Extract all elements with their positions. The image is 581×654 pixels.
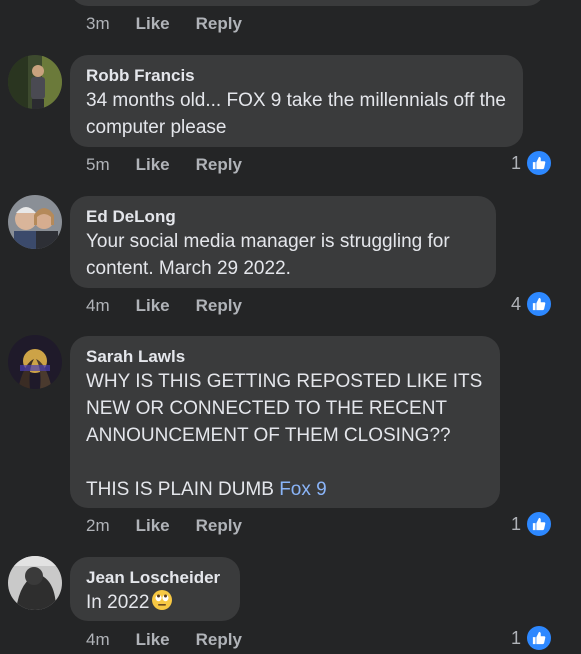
- reaction-number: 1: [510, 513, 521, 534]
- reaction-number: 1: [510, 152, 521, 173]
- like-button[interactable]: Like: [136, 630, 170, 650]
- reaction-count[interactable]: 4: [510, 290, 553, 318]
- avatar[interactable]: [8, 556, 62, 610]
- comment-text: 34 months old... FOX 9 take the millenni…: [86, 90, 512, 138]
- reply-button[interactable]: Reply: [196, 155, 242, 175]
- avatar[interactable]: [8, 335, 62, 389]
- reaction-count[interactable]: 1: [510, 510, 553, 538]
- thumbs-up-icon: [525, 510, 553, 538]
- reply-button[interactable]: Reply: [196, 516, 242, 536]
- reply-button[interactable]: Reply: [196, 14, 242, 34]
- reply-button[interactable]: Reply: [196, 630, 242, 650]
- reaction-number: 1: [510, 627, 521, 648]
- comment-actions: 5m Like Reply: [86, 154, 242, 176]
- comment-author[interactable]: Ed DeLong: [86, 206, 480, 228]
- comment-bubble: Sarah Lawls WHY IS THIS GETTING REPOSTED…: [70, 336, 500, 508]
- comment-text: WHY IS THIS GETTING REPOSTED LIKE ITS NE…: [86, 368, 484, 503]
- avatar[interactable]: [8, 55, 62, 109]
- comment-time[interactable]: 4m: [86, 630, 110, 650]
- comment-time[interactable]: 2m: [86, 516, 110, 536]
- like-button[interactable]: Like: [136, 155, 170, 175]
- comment-author[interactable]: Robb Francis: [86, 65, 507, 87]
- comment-text: Your social media manager is struggling …: [86, 231, 455, 279]
- like-button[interactable]: Like: [136, 296, 170, 316]
- thumbs-up-icon: [525, 149, 553, 177]
- comment-actions: 4m Like Reply: [86, 629, 242, 651]
- comment-author[interactable]: Sarah Lawls: [86, 346, 484, 368]
- reaction-number: 4: [510, 293, 521, 314]
- comment-bubble: Robb Francis 34 months old... FOX 9 take…: [70, 55, 523, 147]
- comment-time: 3m: [86, 14, 110, 33]
- thumbs-up-icon: [525, 290, 553, 318]
- comment-author[interactable]: Jean Loscheider: [86, 567, 224, 589]
- like-button[interactable]: Like: [136, 516, 170, 536]
- comment-actions: 2m Like Reply: [86, 515, 242, 537]
- comment-time[interactable]: 5m: [86, 155, 110, 175]
- comment-time[interactable]: 4m: [86, 296, 110, 316]
- comment-body: In 2022: [86, 592, 150, 613]
- comment-bubble: Ed DeLong Your social media manager is s…: [70, 196, 496, 288]
- previous-comment-actions: 3m Like Reply: [86, 13, 242, 35]
- reaction-count[interactable]: 1: [510, 624, 553, 652]
- avatar[interactable]: [8, 195, 62, 249]
- eye-roll-emoji-icon: [151, 589, 173, 611]
- comment-actions: 4m Like Reply: [86, 295, 242, 317]
- comment-text: In 2022: [86, 589, 224, 616]
- previous-comment-bubble: [70, 0, 545, 6]
- mention-link[interactable]: Fox 9: [279, 479, 327, 500]
- thumbs-up-icon: [525, 624, 553, 652]
- like-button[interactable]: Like: [136, 14, 170, 34]
- reply-button[interactable]: Reply: [196, 296, 242, 316]
- comment-bubble: Jean Loscheider In 2022: [70, 557, 240, 621]
- reaction-count[interactable]: 1: [510, 149, 553, 177]
